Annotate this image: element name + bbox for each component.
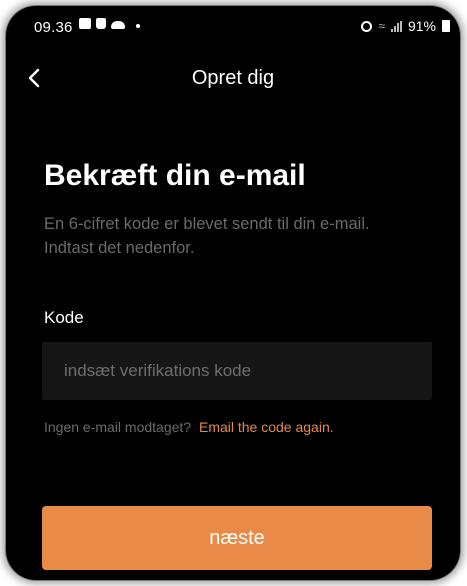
header: Opret dig <box>6 61 460 101</box>
dot-icon <box>136 23 140 28</box>
resend-prompt: Ingen e-mail modtaget? <box>44 419 192 435</box>
verification-code-input[interactable] <box>42 342 432 400</box>
wifi-icon: ≈ <box>378 19 385 33</box>
status-icons-right: ≈ 91% <box>361 18 450 34</box>
status-bar: 09.36 ≈ 91% <box>6 6 460 42</box>
alarm-icon <box>361 20 373 32</box>
status-time: 09.36 <box>34 19 73 36</box>
status-icons-left <box>79 18 140 29</box>
cloud-icon <box>111 21 125 29</box>
phone-screen: 09.36 ≈ 91% Opret dig Bekræft din e-mail… <box>6 6 460 580</box>
header-title: Opret dig <box>191 67 275 89</box>
next-button[interactable]: næste <box>42 506 432 570</box>
battery-icon <box>442 20 450 32</box>
page-title: Bekræft din e-mail <box>44 159 306 192</box>
signal-icon <box>390 20 402 32</box>
resend-code-link[interactable]: Email the code again. <box>199 419 334 435</box>
battery-percent: 91% <box>407 18 436 34</box>
code-label: Kode <box>44 308 84 327</box>
resend-row: Ingen e-mail modtaget? Email the code ag… <box>44 419 334 435</box>
bag-icon <box>96 18 106 29</box>
photo-icon <box>79 18 91 29</box>
description-text: En 6-cifret kode er blevet sendt til din… <box>44 215 370 257</box>
